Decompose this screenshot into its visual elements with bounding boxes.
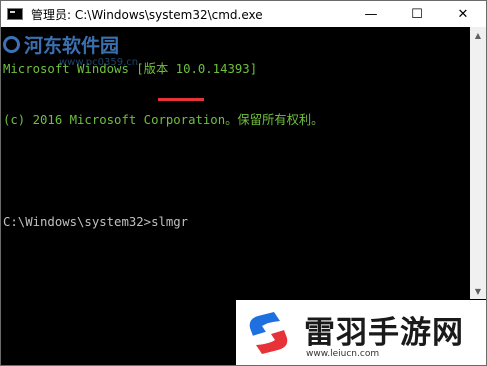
console-line-command: C:\Windows\system32>slmgr (3, 215, 189, 229)
watermark-badge-url: www.leiucn.com (306, 349, 380, 359)
minimize-button[interactable]: — (348, 1, 394, 27)
cmd-icon[interactable] (7, 8, 23, 20)
title-bar[interactable]: 管理员: C:\Windows\system32\cmd.exe — ☐ ✕ (1, 1, 486, 27)
command-highlight-underline (158, 98, 204, 101)
watermark-top-name: 河东软件园 (24, 35, 120, 57)
watermark-top-url: www.pc0359.cn (59, 57, 139, 68)
scroll-down-arrow-icon[interactable]: ▼ (470, 283, 486, 299)
vertical-scrollbar[interactable]: ▲ ▼ (470, 27, 486, 299)
window-controls: — ☐ ✕ (348, 1, 486, 27)
watermark-top: 河东软件园 (3, 31, 119, 58)
scroll-up-arrow-icon[interactable]: ▲ (470, 27, 486, 43)
close-button[interactable]: ✕ (440, 1, 486, 27)
watermark-badge-name: 雷羽手游网 (304, 315, 464, 351)
watermark-logo-icon (3, 36, 20, 53)
maximize-button[interactable]: ☐ (394, 1, 440, 27)
watermark-badge: 雷羽手游网 www.leiucn.com (236, 300, 486, 365)
window-title: 管理员: C:\Windows\system32\cmd.exe (31, 7, 263, 22)
cmd-window: 管理员: C:\Windows\system32\cmd.exe — ☐ ✕ M… (0, 0, 487, 366)
leiyu-logo-icon (249, 312, 288, 354)
console-line-copyright: (c) 2016 Microsoft Corporation。保留所有权利。 (3, 113, 324, 127)
